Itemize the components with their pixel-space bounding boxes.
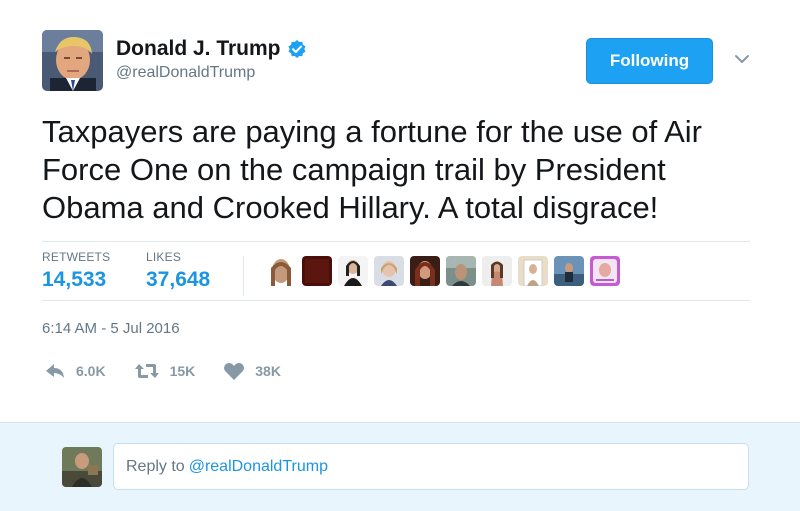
- likes-count: 37,648: [146, 268, 211, 291]
- retweet-count: 15K: [169, 363, 196, 379]
- reply-mention: @realDonaldTrump: [188, 457, 328, 475]
- chevron-down-icon[interactable]: [733, 50, 751, 68]
- retweet-icon: [134, 364, 159, 378]
- reply-count: 6.0K: [76, 363, 106, 379]
- user-display-name[interactable]: Donald J. Trump: [116, 37, 307, 61]
- liker-avatar[interactable]: [446, 256, 476, 286]
- stats-separator: [243, 256, 244, 296]
- reply-icon: [46, 364, 64, 378]
- tweet-text: Taxpayers are paying a fortune for the u…: [42, 114, 702, 225]
- liker-avatar[interactable]: [338, 256, 368, 286]
- display-name-text: Donald J. Trump: [116, 37, 281, 60]
- reply-action[interactable]: 6.0K: [44, 361, 106, 381]
- reply-input[interactable]: Reply to @realDonaldTrump: [113, 443, 749, 490]
- liker-avatar[interactable]: [482, 256, 512, 286]
- liker-avatar[interactable]: [590, 256, 620, 286]
- retweets-label: RETWEETS: [42, 250, 111, 264]
- retweet-action[interactable]: 15K: [134, 361, 196, 381]
- following-button[interactable]: Following: [586, 38, 713, 84]
- current-user-avatar[interactable]: [62, 447, 102, 487]
- liker-avatar[interactable]: [518, 256, 548, 286]
- retweets-count: 14,533: [42, 268, 107, 291]
- divider-top: [42, 241, 750, 242]
- retweets-stat[interactable]: RETWEETS 14,533: [42, 250, 110, 292]
- like-action[interactable]: 38K: [223, 361, 281, 381]
- avatar-image-icon: [42, 30, 103, 91]
- verified-badge-icon: [288, 40, 306, 58]
- liker-avatar[interactable]: [554, 256, 584, 286]
- tweet-timestamp[interactable]: 6:14 AM - 5 Jul 2016: [42, 320, 180, 337]
- reply-prefix: Reply to: [126, 457, 185, 475]
- like-count: 38K: [255, 363, 281, 379]
- tweet-actions: 6.0K 15K 38K: [44, 361, 309, 381]
- liker-avatar[interactable]: [374, 256, 404, 286]
- reply-section: Reply to @realDonaldTrump: [0, 422, 800, 511]
- heart-icon: [224, 363, 245, 380]
- current-user-avatar-icon: [62, 447, 102, 487]
- likes-stat[interactable]: LIKES 37,648: [146, 250, 210, 292]
- divider-bottom: [42, 300, 750, 301]
- liker-avatar[interactable]: [302, 256, 332, 286]
- tweet-card: Donald J. Trump @realDonaldTrump Followi…: [0, 0, 800, 422]
- liker-avatar[interactable]: [410, 256, 440, 286]
- user-avatar[interactable]: [42, 30, 103, 91]
- liker-avatar[interactable]: [266, 256, 296, 286]
- likes-label: LIKES: [146, 250, 182, 264]
- likers-avatars: [266, 256, 620, 286]
- user-handle[interactable]: @realDonaldTrump: [116, 64, 255, 82]
